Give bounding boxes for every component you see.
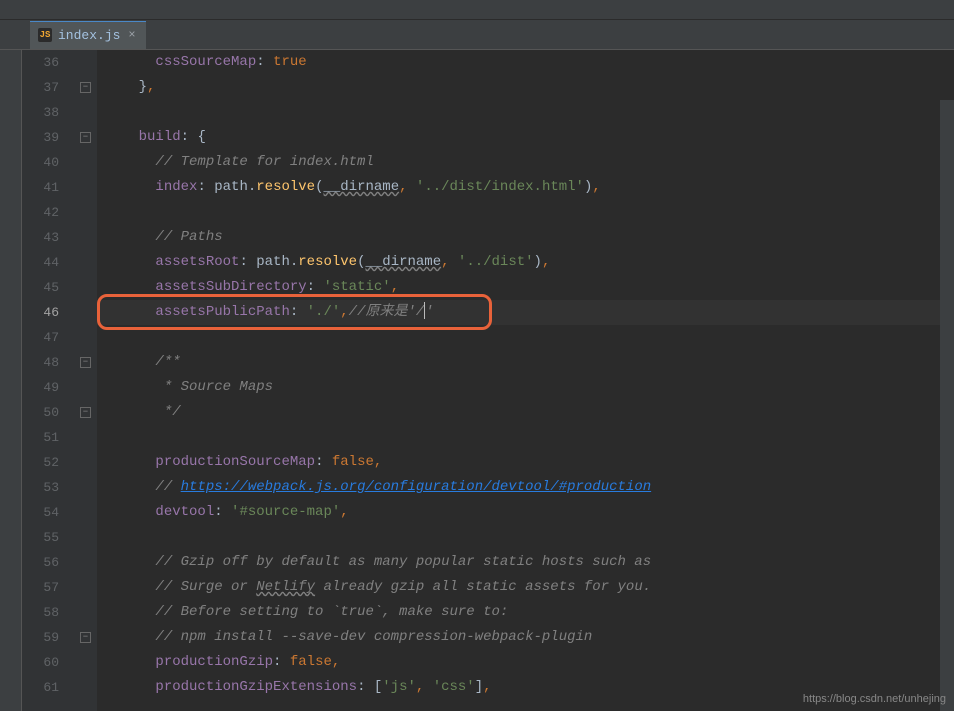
code-line[interactable]: // Before setting to `true`, make sure t… [105, 600, 954, 625]
line-number: 52 [22, 450, 59, 475]
code-line[interactable]: assetsSubDirectory: 'static', [105, 275, 954, 300]
editor-area: 36 37 38 39 40 41 42 43 44 45 46 47 48 4… [0, 50, 954, 711]
code-line[interactable] [105, 100, 954, 125]
tab-index-js[interactable]: JS index.js × [30, 21, 146, 49]
line-number: 58 [22, 600, 59, 625]
line-number-gutter[interactable]: 36 37 38 39 40 41 42 43 44 45 46 47 48 4… [22, 50, 77, 711]
line-number: 56 [22, 550, 59, 575]
text-caret [424, 302, 425, 319]
line-number: 38 [22, 100, 59, 125]
code-line[interactable]: productionSourceMap: false, [105, 450, 954, 475]
code-line[interactable] [105, 325, 954, 350]
fold-toggle-icon[interactable]: − [80, 632, 91, 643]
line-number: 49 [22, 375, 59, 400]
line-number: 60 [22, 650, 59, 675]
line-number: 42 [22, 200, 59, 225]
code-line[interactable]: // Paths [105, 225, 954, 250]
line-number: 41 [22, 175, 59, 200]
line-number: 44 [22, 250, 59, 275]
tool-window-stripe[interactable] [0, 50, 22, 711]
line-number: 59 [22, 625, 59, 650]
line-number: 50 [22, 400, 59, 425]
code-line[interactable] [105, 525, 954, 550]
line-number: 39 [22, 125, 59, 150]
code-line[interactable]: index: path.resolve(__dirname, '../dist/… [105, 175, 954, 200]
line-number: 53 [22, 475, 59, 500]
line-number: 48 [22, 350, 59, 375]
code-line[interactable]: /** [105, 350, 954, 375]
line-number: 61 [22, 675, 59, 700]
tab-label: index.js [58, 28, 120, 43]
line-number: 57 [22, 575, 59, 600]
line-number: 51 [22, 425, 59, 450]
code-line[interactable] [105, 425, 954, 450]
line-number-current: 46 [22, 300, 59, 325]
code-line[interactable]: // Template for index.html [105, 150, 954, 175]
code-line[interactable]: * Source Maps [105, 375, 954, 400]
code-line[interactable]: // Gzip off by default as many popular s… [105, 550, 954, 575]
code-line[interactable]: // https://webpack.js.org/configuration/… [105, 475, 954, 500]
line-number: 37 [22, 75, 59, 100]
fold-toggle-icon[interactable]: − [80, 132, 91, 143]
code-line[interactable]: devtool: '#source-map', [105, 500, 954, 525]
code-line[interactable]: assetsRoot: path.resolve(__dirname, '../… [105, 250, 954, 275]
vertical-scrollbar[interactable] [940, 100, 954, 711]
fold-toggle-icon[interactable]: − [80, 82, 91, 93]
code-editor[interactable]: cssSourceMap: true }, build: { // Templa… [97, 50, 954, 711]
line-number: 55 [22, 525, 59, 550]
window-top-bar [0, 0, 954, 20]
code-line-current[interactable]: assetsPublicPath: './',//原来是'/' [105, 300, 954, 325]
close-icon[interactable]: × [126, 28, 137, 42]
fold-gutter: − − − − − [77, 50, 97, 711]
editor-tab-bar: JS index.js × [0, 20, 954, 50]
line-number: 47 [22, 325, 59, 350]
code-line[interactable]: build: { [105, 125, 954, 150]
watermark-text: https://blog.csdn.net/unhejing [803, 693, 946, 705]
fold-toggle-icon[interactable]: − [80, 357, 91, 368]
code-line[interactable]: // Surge or Netlify already gzip all sta… [105, 575, 954, 600]
fold-toggle-icon[interactable]: − [80, 407, 91, 418]
code-line[interactable]: productionGzip: false, [105, 650, 954, 675]
line-number: 45 [22, 275, 59, 300]
code-line[interactable]: // npm install --save-dev compression-we… [105, 625, 954, 650]
line-number: 43 [22, 225, 59, 250]
code-line[interactable]: cssSourceMap: true [105, 50, 954, 75]
line-number: 40 [22, 150, 59, 175]
line-number: 54 [22, 500, 59, 525]
code-line[interactable] [105, 200, 954, 225]
code-line[interactable]: */ [105, 400, 954, 425]
js-file-icon: JS [38, 28, 52, 42]
code-line[interactable]: }, [105, 75, 954, 100]
line-number: 36 [22, 50, 59, 75]
